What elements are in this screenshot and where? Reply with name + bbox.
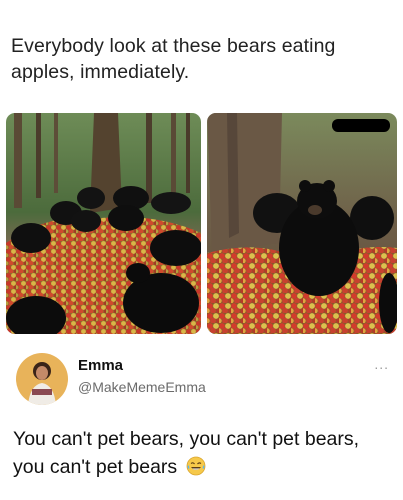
headline: Everybody look at these bears eating app… <box>11 35 336 83</box>
bears-forest-image <box>6 113 201 334</box>
bears-forest-photo[interactable] <box>6 113 201 334</box>
post-text: You can't pet bears, you can't pet bears… <box>13 425 393 481</box>
more-options-icon[interactable]: ... <box>374 356 389 372</box>
author-name[interactable]: Emma <box>78 357 123 374</box>
post-card: Emma @MakeMemeEmma ... You can't pet bea… <box>0 341 403 500</box>
author-handle[interactable]: @MakeMemeEmma <box>78 379 206 395</box>
avatar[interactable] <box>16 353 68 405</box>
bear-sitting-photo[interactable] <box>207 113 397 334</box>
bear-sitting-image <box>207 113 397 334</box>
avatar-image <box>16 353 68 405</box>
laughing-crying-emoji-icon <box>186 456 205 476</box>
photo-grid <box>6 113 397 334</box>
